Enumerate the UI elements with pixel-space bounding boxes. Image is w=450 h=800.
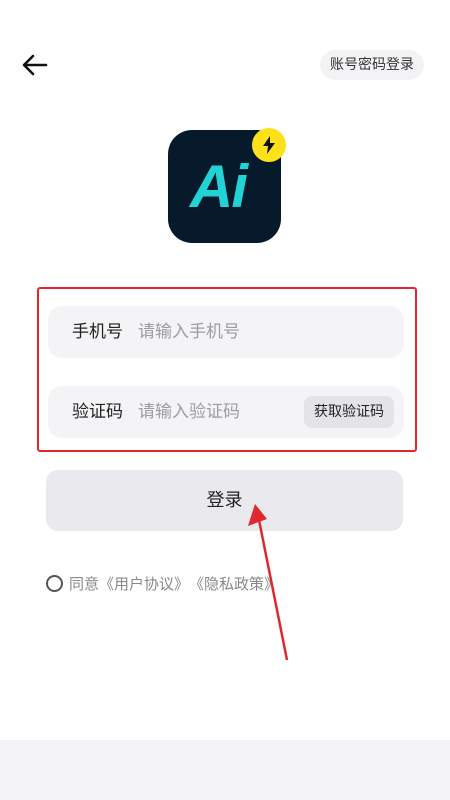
get-code-button[interactable]: 获取验证码: [304, 396, 394, 428]
bottom-bar: [0, 740, 450, 800]
user-agreement-link[interactable]: 《用户协议》: [99, 573, 189, 594]
lightning-badge: [252, 128, 286, 162]
password-login-button[interactable]: 账号密码登录: [320, 50, 424, 80]
annotation-arrow: [248, 504, 289, 661]
login-form-highlight: 手机号 验证码 获取验证码: [37, 287, 417, 452]
code-field: 验证码 获取验证码: [48, 386, 404, 438]
code-input[interactable]: [138, 386, 308, 438]
arrow-left-icon: [22, 54, 48, 76]
back-button[interactable]: [18, 50, 52, 80]
agreement-checkbox[interactable]: [46, 574, 63, 592]
agreement-prefix: 同意: [69, 574, 100, 593]
app-logo: Ai: [168, 128, 286, 244]
phone-field: 手机号: [48, 306, 404, 358]
phone-input[interactable]: [138, 306, 308, 358]
code-label: 验证码: [72, 402, 123, 422]
logo-text: Ai: [190, 153, 248, 220]
login-button[interactable]: 登录: [46, 470, 403, 531]
phone-label: 手机号: [72, 322, 123, 342]
lightning-icon: [263, 136, 275, 154]
